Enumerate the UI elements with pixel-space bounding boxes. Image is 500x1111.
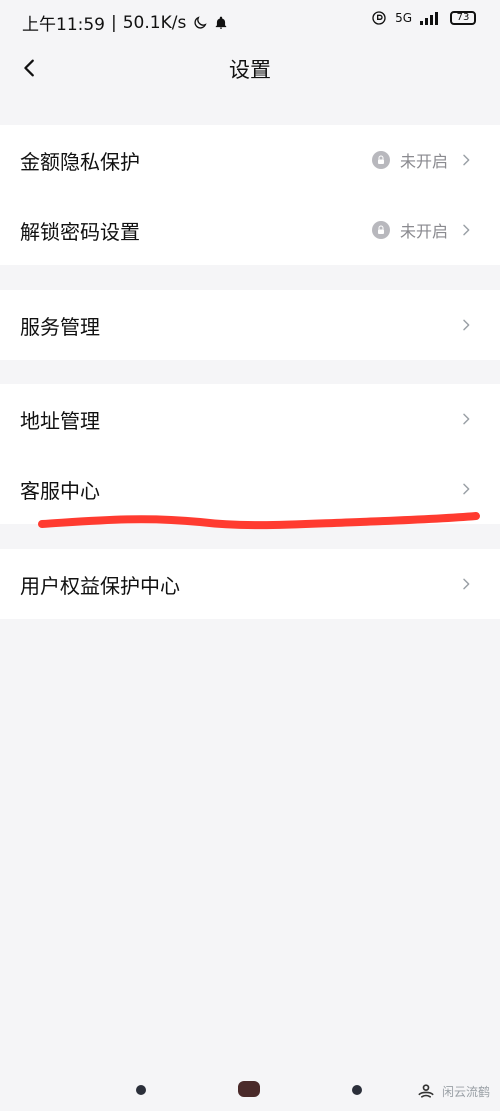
row-label: 用户权益保护中心 bbox=[20, 573, 180, 598]
chevron-right-icon bbox=[458, 411, 474, 427]
dnd-icon bbox=[371, 10, 387, 26]
row-status: 未开启 bbox=[399, 152, 448, 171]
page-title: 设置 bbox=[229, 58, 271, 82]
status-right: 5G 73 bbox=[371, 10, 476, 26]
settings-row-address-management[interactable]: 地址管理 bbox=[0, 384, 500, 454]
settings-section-services: 服务管理 bbox=[0, 290, 500, 360]
lock-icon bbox=[371, 221, 390, 239]
chevron-right-icon bbox=[458, 317, 474, 333]
settings-row-customer-service[interactable]: 客服中心 bbox=[0, 454, 500, 524]
nav-dot-right[interactable] bbox=[352, 1085, 362, 1095]
status-bar: 上午11:59 | 50.1K/s 5G 73 bbox=[0, 0, 500, 44]
status-speed: 50.1K/s bbox=[122, 12, 187, 33]
network-label: 5G bbox=[395, 11, 412, 25]
battery-indicator: 73 bbox=[450, 11, 476, 25]
nav-dot-left[interactable] bbox=[136, 1085, 146, 1095]
row-label: 服务管理 bbox=[20, 314, 100, 339]
settings-section-support: 地址管理 客服中心 bbox=[0, 384, 500, 524]
chevron-right-icon bbox=[458, 481, 474, 497]
chevron-right-icon bbox=[458, 576, 474, 592]
moon-icon bbox=[192, 15, 208, 31]
battery-level: 73 bbox=[456, 12, 470, 23]
status-left: 上午11:59 | 50.1K/s bbox=[22, 10, 228, 35]
lock-icon bbox=[371, 151, 390, 169]
row-label: 客服中心 bbox=[20, 478, 100, 503]
settings-row-unlock-password[interactable]: 解锁密码设置 未开启 bbox=[0, 195, 500, 265]
row-right: 未开启 bbox=[371, 218, 474, 242]
settings-row-service-management[interactable]: 服务管理 bbox=[0, 290, 500, 360]
status-divider: | bbox=[111, 12, 117, 33]
row-right: 未开启 bbox=[371, 148, 474, 172]
bell-icon bbox=[214, 16, 228, 30]
nav-home-pill[interactable] bbox=[238, 1081, 260, 1097]
settings-row-user-rights-protection[interactable]: 用户权益保护中心 bbox=[0, 549, 500, 619]
header: 设置 bbox=[0, 44, 500, 94]
status-time: 上午11:59 bbox=[22, 15, 105, 35]
signal-icon bbox=[420, 11, 442, 25]
watermark-text: 闲云流鹤 bbox=[442, 1084, 491, 1099]
settings-section-rights: 用户权益保护中心 bbox=[0, 549, 500, 619]
watermark-icon bbox=[416, 1081, 436, 1101]
chevron-right-icon bbox=[458, 152, 474, 168]
row-label: 金额隐私保护 bbox=[20, 149, 140, 174]
bottom-nav: 闲云流鹤 bbox=[0, 1051, 500, 1111]
settings-section-security: 金额隐私保护 未开启 解锁密码设置 未开启 bbox=[0, 125, 500, 265]
row-status: 未开启 bbox=[399, 222, 448, 241]
row-label: 解锁密码设置 bbox=[20, 219, 140, 244]
chevron-right-icon bbox=[458, 222, 474, 238]
settings-row-amount-privacy[interactable]: 金额隐私保护 未开启 bbox=[0, 125, 500, 195]
row-label: 地址管理 bbox=[20, 408, 100, 433]
watermark: 闲云流鹤 bbox=[416, 1081, 490, 1101]
